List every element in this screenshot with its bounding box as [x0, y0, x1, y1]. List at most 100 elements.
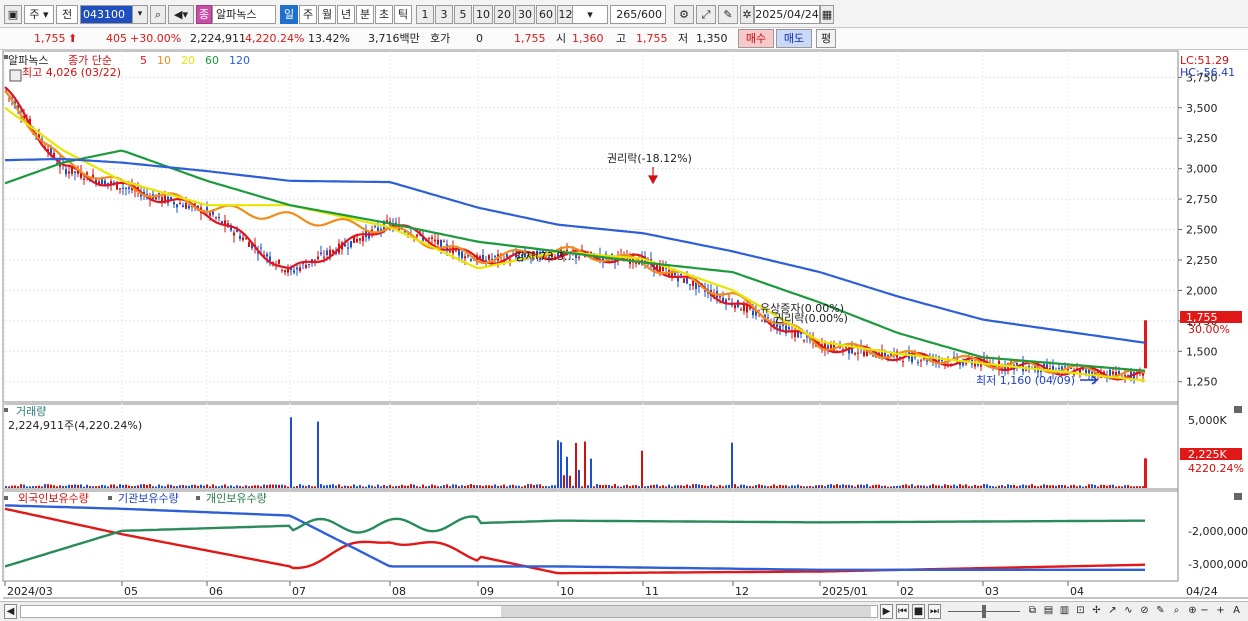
chart-settings-icon[interactable]: ⚙ — [674, 5, 694, 24]
tool-icon-10[interactable]: ⌕ — [1170, 604, 1183, 619]
last-volume-percent: 4220.24% — [1188, 462, 1244, 475]
interval-button-20[interactable]: 20 — [494, 5, 514, 24]
interval-button-30[interactable]: 30 — [515, 5, 535, 24]
prev-button[interactable]: 전 — [56, 5, 78, 24]
range-select[interactable]: ▾ — [572, 5, 608, 24]
period-button-0[interactable]: 일 — [280, 5, 298, 24]
volume-bar — [494, 484, 496, 488]
volume-bar — [929, 485, 931, 488]
stock-chart[interactable]: 3,7503,5003,2503,0002,7502,5002,2502,000… — [0, 50, 1248, 601]
period-button-1[interactable]: 주 — [299, 5, 317, 24]
zoom-slider-handle[interactable] — [982, 605, 986, 618]
stop-icon[interactable]: ■ — [912, 604, 925, 619]
volume-bar — [1070, 485, 1072, 488]
candle-body — [293, 270, 295, 273]
candle-body — [728, 298, 730, 300]
tool-icon-8[interactable]: ⊘ — [1138, 604, 1151, 619]
zoom-out-icon[interactable]: − — [1198, 604, 1211, 619]
volume-bar — [419, 486, 421, 488]
volume-bar — [365, 486, 367, 488]
volume-bar — [941, 486, 943, 488]
speaker-icon[interactable]: ◀▾ — [168, 5, 194, 24]
volume-bar — [140, 484, 142, 488]
period-select[interactable]: 주 ▾ — [24, 5, 54, 24]
period-button-5[interactable]: 초 — [375, 5, 393, 24]
volume-bar — [1079, 485, 1081, 488]
search-icon[interactable]: ⌕ — [150, 5, 166, 24]
volume-bar — [857, 484, 859, 488]
volume-bar — [224, 484, 226, 488]
buy-button[interactable]: 매수 — [738, 29, 774, 48]
candle-body — [248, 242, 250, 247]
tool-icon-3[interactable]: ▥ — [1058, 604, 1071, 619]
interval-button-1[interactable]: 1 — [416, 5, 434, 24]
jump-start-icon[interactable]: ⏮ — [896, 604, 909, 619]
period-button-2[interactable]: 월 — [318, 5, 336, 24]
candle-body — [233, 232, 235, 236]
calendar-small-icon[interactable] — [9, 69, 22, 82]
jump-end-icon[interactable]: ⏭ — [928, 604, 941, 619]
scroll-track[interactable] — [20, 605, 878, 618]
volume-bar — [908, 485, 910, 488]
volume-bar — [890, 486, 892, 488]
volume-bar — [773, 484, 775, 488]
candle-body — [683, 278, 685, 283]
calendar-icon[interactable]: ▦ — [820, 5, 834, 24]
price-y-tick: 3,250 — [1186, 132, 1218, 145]
sell-button[interactable]: 매도 — [776, 29, 812, 48]
x-axis-label: 05 — [124, 585, 138, 598]
volume-bar — [308, 484, 310, 488]
tool-icon-7[interactable]: ∿ — [1122, 604, 1135, 619]
tool-icon-2[interactable]: ▤ — [1042, 604, 1055, 619]
tools-icon[interactable]: ✎ — [718, 5, 738, 24]
tool-icon-9[interactable]: ✎ — [1154, 604, 1167, 619]
interval-button-5[interactable]: 5 — [454, 5, 472, 24]
scroll-right-icon[interactable]: ▶ — [880, 604, 893, 619]
date-input[interactable]: 2025/04/24 — [754, 5, 820, 24]
volume-bar — [200, 484, 202, 488]
volume-bar — [731, 442, 733, 488]
x-axis-label: 11 — [645, 585, 659, 598]
period-button-4[interactable]: 분 — [356, 5, 374, 24]
gear-icon[interactable]: ✲ — [740, 5, 754, 24]
holding-pane-close-icon[interactable] — [1234, 493, 1242, 500]
zoom-icon[interactable]: ⤢ — [696, 5, 716, 24]
interval-button-10[interactable]: 10 — [473, 5, 493, 24]
candle-body — [260, 247, 262, 249]
volume-bar — [146, 485, 148, 488]
volume-bar — [710, 484, 712, 488]
zoom-slider[interactable] — [948, 604, 1020, 619]
font-size-icon[interactable]: A — [1230, 604, 1243, 619]
volume-bar — [794, 485, 796, 488]
volume-bar — [62, 485, 64, 488]
zoom-in-icon[interactable]: + — [1214, 604, 1227, 619]
interval-button-3[interactable]: 3 — [435, 5, 453, 24]
volume-bar — [986, 484, 988, 488]
volume-bar — [326, 485, 328, 488]
volume-bar — [1007, 484, 1009, 488]
scroll-thumb[interactable] — [501, 606, 871, 617]
volume-bar — [671, 486, 673, 488]
high-price: 1,755 — [636, 32, 668, 45]
window-icon[interactable]: ▣ — [4, 5, 22, 24]
current-price: 1,755 — [34, 32, 66, 45]
volume-title: 거래량 — [16, 405, 46, 418]
tool-icon-5[interactable]: ✢ — [1090, 604, 1103, 619]
interval-button-60[interactable]: 60 — [536, 5, 556, 24]
tool-icon-1[interactable]: ⧉ — [1026, 604, 1039, 619]
volume-bar — [539, 484, 541, 488]
scroll-left-icon[interactable]: ◀ — [4, 604, 17, 619]
count-input[interactable]: 265/600 — [610, 5, 666, 24]
volume-bar — [899, 485, 901, 488]
tool-icon-6[interactable]: ↗ — [1106, 604, 1119, 619]
volume-bar — [764, 485, 766, 488]
eval-button[interactable]: 평 — [816, 29, 836, 48]
x-axis-label: 12 — [735, 585, 749, 598]
volume-bar — [341, 486, 343, 488]
code-dropdown-icon[interactable]: ▾ — [132, 5, 148, 24]
tool-icon-4[interactable]: ⊡ — [1074, 604, 1087, 619]
volume-bar — [296, 485, 298, 488]
period-button-3[interactable]: 년 — [337, 5, 355, 24]
volume-bar — [1082, 486, 1084, 488]
period-button-6[interactable]: 틱 — [394, 5, 412, 24]
